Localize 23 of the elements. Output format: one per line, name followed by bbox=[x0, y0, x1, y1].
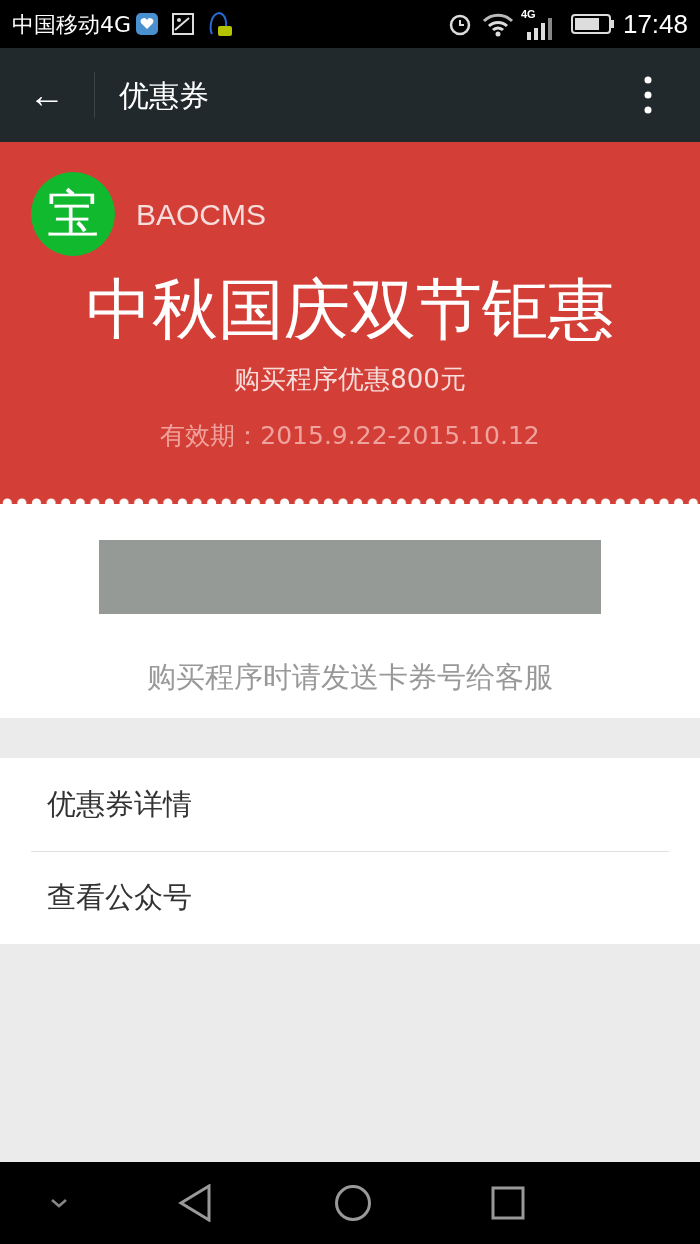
brand-logo: 宝 bbox=[31, 172, 115, 256]
back-triangle-icon[interactable] bbox=[178, 1184, 212, 1222]
wifi-icon bbox=[480, 11, 515, 37]
page-title: 优惠券 bbox=[119, 76, 209, 115]
clock-time: 17:48 bbox=[622, 7, 688, 41]
brand-name: BAOCMS bbox=[136, 196, 267, 233]
coupon-headline: 中秋国庆双节钜惠 bbox=[86, 270, 614, 350]
heart-app-icon bbox=[135, 12, 160, 36]
network-label: 4G bbox=[520, 7, 536, 22]
signal-icon bbox=[526, 18, 553, 40]
validity-text: 有效期：2015.9.22-2015.10.12 bbox=[160, 420, 540, 452]
home-circle-icon[interactable] bbox=[334, 1184, 372, 1222]
image-icon bbox=[171, 12, 196, 36]
more-options-icon[interactable] bbox=[644, 76, 652, 114]
instruction-text: 购买程序时请发送卡券号给客服 bbox=[147, 659, 553, 696]
chevron-down-icon[interactable] bbox=[50, 1198, 68, 1208]
coupon-subtitle: 购买程序优惠800元 bbox=[234, 363, 466, 396]
menu-item[interactable]: 查看公众号 bbox=[31, 851, 669, 944]
menu-item[interactable]: 优惠券详情 bbox=[31, 758, 669, 851]
battery-icon bbox=[570, 13, 615, 35]
recents-square-icon[interactable] bbox=[491, 1186, 525, 1220]
back-button[interactable]: ← bbox=[0, 48, 94, 142]
carrier-label: 中国移动4G bbox=[12, 10, 132, 39]
